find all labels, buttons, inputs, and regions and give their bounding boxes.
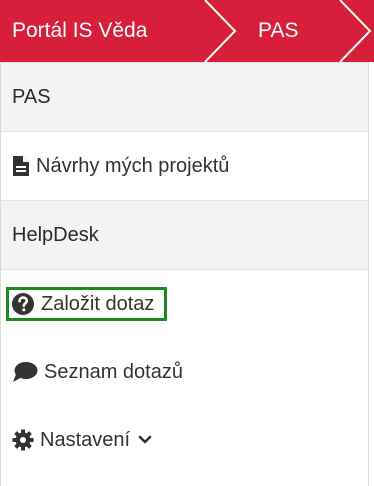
menu-item-label: Návrhy mých projektů <box>36 154 230 177</box>
breadcrumb-separator-icon <box>339 0 372 62</box>
breadcrumb: Portál IS Věda PAS <box>0 0 374 62</box>
highlight-box: Založit dotaz <box>6 287 168 321</box>
menu-item-query-list[interactable]: Seznam dotazů <box>1 338 368 406</box>
sidebar-menu: PAS Návrhy mých projektů HelpDesk Založi… <box>1 62 368 474</box>
chevron-down-icon <box>138 435 152 445</box>
section-header-pas: PAS <box>1 62 368 132</box>
breadcrumb-item-portal[interactable]: Portál IS Věda <box>12 0 147 62</box>
menu-item-project-proposals[interactable]: Návrhy mých projektů <box>1 132 368 200</box>
question-circle-icon <box>11 292 35 316</box>
section-header-helpdesk: HelpDesk <box>1 200 368 270</box>
menu-item-settings[interactable]: Nastavení <box>1 406 368 474</box>
menu-item-label: Založit dotaz <box>41 292 155 315</box>
menu-item-create-query[interactable]: Založit dotaz <box>1 270 368 338</box>
cog-icon <box>12 429 34 451</box>
menu-item-label: Seznam dotazů <box>44 360 183 383</box>
file-text-icon <box>12 155 30 177</box>
menu-item-label: Nastavení <box>40 428 131 451</box>
breadcrumb-item-pas[interactable]: PAS <box>258 0 298 62</box>
breadcrumb-separator-icon <box>204 0 237 62</box>
comment-icon <box>12 361 38 383</box>
